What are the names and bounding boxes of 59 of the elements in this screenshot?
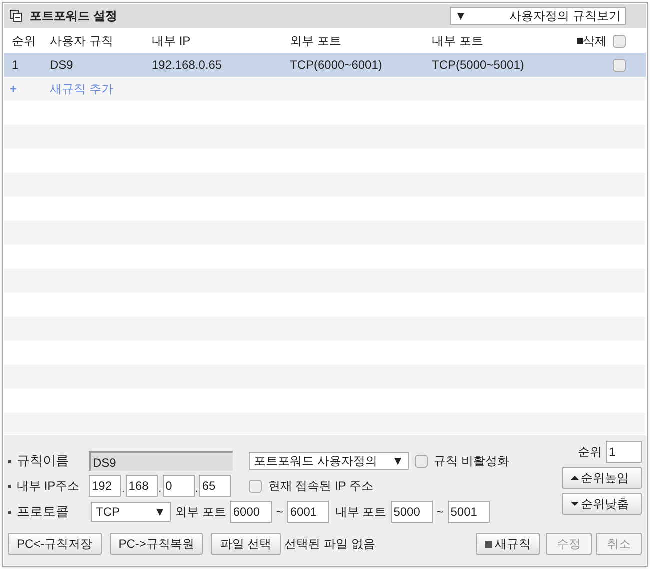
disable-checkbox[interactable] [415,454,428,468]
new-rule-button[interactable]: 새규칙 [476,533,540,555]
restore-rules-button[interactable]: PC->규칙복원 [110,533,204,555]
table-cell-text: DS9 [50,57,74,74]
rank-label: 순위 [578,444,602,461]
type-select[interactable]: 포트포워드 사용자정의 ▼ [249,452,409,470]
field-label: 규칙이름 [17,452,70,470]
ip-field[interactable]: 0 [162,475,195,497]
port-field[interactable]: 5000 [390,501,433,523]
table-cell-text: TCP(6000~6001) [290,57,384,74]
dot-separator: . [158,483,163,497]
tilde-separator: ~ [436,504,444,521]
column-header: 사용자 규칙 [50,33,114,50]
table-cell-text: TCP(5000~5001) [432,57,526,74]
column-header: 외부 포트 [290,33,342,50]
plus-icon: + [4,80,50,98]
column-header: 삭제 [583,33,607,50]
port-field[interactable]: 6001 [287,501,330,523]
table-row[interactable]: 1 DS9 192.168.0.65 TCP(6000~6001) TCP(5000~5001) [4,53,646,77]
protocol-select[interactable]: TCP ▼ [91,502,171,522]
dot-separator: . [194,483,200,497]
table-cell-text: 192.168.0.65 [152,57,224,74]
down-triangle-icon [571,502,579,506]
field-label: 프로토콜 [17,503,70,522]
panel-title: 포트포워드 설정 [30,8,118,25]
rule-name-field[interactable]: DS9 [89,451,233,471]
row-checkbox[interactable] [613,58,626,72]
column-header: 내부 IP [152,33,192,50]
view-select[interactable]: ▼ 사용자정의 규칙보기 [450,7,626,25]
checkbox-label: 현재 접속된 IP 주소 [268,478,374,495]
ip-field[interactable]: 192 [89,475,121,497]
save-rules-button[interactable]: PC<-규칙저장 [8,533,102,555]
file-select-button[interactable]: 파일 선택 [211,533,281,555]
window-icon [10,10,22,22]
column-header: 내부 포트 [432,33,484,50]
bullet-icon [8,460,11,462]
port-field[interactable]: 5001 [448,501,490,523]
select-all-checkbox[interactable] [613,34,626,48]
rank-up-button[interactable]: 순위높임 [562,467,642,489]
file-status: 선택된 파일 없음 [284,536,376,553]
up-triangle-icon [571,476,579,480]
minus-icon [577,38,583,44]
bullet-icon [8,510,11,514]
rank-down-button[interactable]: 순위낮춤 [562,493,642,515]
bullet-icon [8,484,11,488]
field-label: 내부 포트 [335,504,387,521]
current-ip-checkbox[interactable] [249,480,262,492]
plus-box-icon [485,540,492,548]
table-cell-text: 1 [11,57,20,74]
tilde-separator: ~ [276,504,284,521]
port-field[interactable]: 6000 [230,501,272,523]
field-label: 외부 포트 [175,504,226,521]
dot-separator: . [121,483,126,497]
field-label: 내부 IP주소 [17,478,81,495]
ip-field[interactable]: 168 [126,475,158,497]
rank-field[interactable]: 1 [606,441,642,463]
checkbox-label: 규칙 비활성화 [434,453,510,470]
column-header: 순위 [11,33,37,50]
ip-field[interactable]: 65 [199,475,232,497]
